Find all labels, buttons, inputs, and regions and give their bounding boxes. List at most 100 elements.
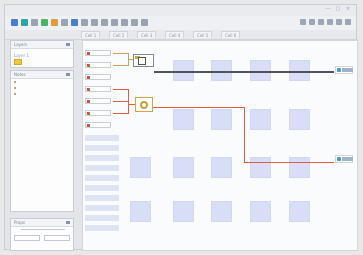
minimize-icon[interactable]: — (325, 7, 331, 12)
zoom-out-icon[interactable] (111, 19, 118, 26)
connector-line (244, 162, 334, 163)
palette-slot[interactable] (85, 175, 119, 181)
palette-slot[interactable] (85, 135, 119, 141)
undo-icon[interactable] (81, 19, 88, 26)
grid-node[interactable] (211, 201, 232, 222)
window-controls: — □ × (325, 7, 351, 12)
row-icon (87, 64, 90, 67)
stop-icon[interactable] (61, 19, 68, 26)
connector-line (153, 107, 245, 108)
pin-icon[interactable] (66, 221, 70, 224)
grid-node[interactable] (289, 109, 310, 130)
run-icon[interactable] (51, 19, 58, 26)
tab-1[interactable]: Cell 1 (81, 31, 101, 38)
connector-line (113, 113, 129, 114)
palette-slot[interactable] (85, 165, 119, 171)
diagram-canvas[interactable] (82, 40, 358, 251)
output-node-label (342, 157, 353, 161)
tab-3[interactable]: Cell 3 (137, 31, 157, 38)
pin-icon[interactable] (66, 43, 70, 46)
tab-5[interactable]: Cell 5 (193, 31, 213, 38)
close-icon[interactable]: × (345, 7, 351, 12)
properties-panel-title: Props (14, 220, 25, 225)
palette-slot[interactable] (85, 215, 119, 221)
palette-slot[interactable] (85, 205, 119, 211)
palette-slot[interactable] (85, 155, 119, 161)
row-label[interactable] (85, 50, 111, 56)
main-toolbar (5, 16, 356, 31)
right-toolbar (300, 19, 351, 25)
grid-node[interactable] (250, 157, 271, 178)
tab-6[interactable]: Cell 6 (221, 31, 241, 38)
grid-node[interactable] (250, 109, 271, 130)
grid-node[interactable] (173, 109, 194, 130)
row-icon (87, 52, 90, 55)
palette-slot[interactable] (85, 185, 119, 191)
output-node[interactable] (335, 155, 353, 163)
grid-node[interactable] (173, 157, 194, 178)
layer-item[interactable]: Layer 1 (14, 53, 29, 58)
row-label[interactable] (85, 110, 111, 116)
palette-slot[interactable] (85, 225, 119, 231)
search-icon[interactable] (300, 19, 306, 25)
connector-line (128, 89, 129, 113)
filter-icon[interactable] (327, 19, 333, 25)
row-label[interactable] (85, 62, 111, 68)
layers-panel-title: Layers (14, 42, 28, 47)
palette-slot[interactable] (85, 145, 119, 151)
row-label[interactable] (85, 98, 111, 104)
grid-node[interactable] (289, 157, 310, 178)
properties-panel: Props (10, 218, 74, 251)
layout-icon[interactable] (336, 19, 342, 25)
row-icon (87, 112, 90, 115)
prop-input-a[interactable] (14, 235, 40, 241)
redo-icon[interactable] (91, 19, 98, 26)
save-icon[interactable] (31, 19, 38, 26)
gear-node[interactable] (135, 97, 153, 112)
grid-node[interactable] (130, 201, 151, 222)
grid-node[interactable] (130, 157, 151, 178)
process-node[interactable] (133, 54, 154, 67)
grid-node[interactable] (173, 201, 194, 222)
chevron-right-icon[interactable] (318, 19, 324, 25)
palette-slot[interactable] (85, 195, 119, 201)
connector-line (113, 89, 129, 90)
maximize-icon[interactable]: □ (335, 7, 341, 12)
divider (21, 229, 65, 230)
connector-line (113, 53, 129, 54)
gear-icon (140, 101, 148, 109)
notes-panel: Notes (10, 70, 74, 212)
output-node-icon (337, 157, 341, 161)
connector-line (113, 101, 129, 102)
fit-icon[interactable] (121, 19, 128, 26)
grid-node[interactable] (289, 201, 310, 222)
bullet-icon (14, 87, 16, 89)
new-file-icon[interactable] (11, 19, 18, 26)
tab-2[interactable]: Cell 2 (109, 31, 129, 38)
row-icon (87, 124, 90, 127)
row-label[interactable] (85, 122, 111, 128)
tab-4[interactable]: Cell 4 (165, 31, 185, 38)
bullet-icon (14, 93, 16, 95)
grid-icon[interactable] (131, 19, 138, 26)
document-tabs: Cell 1 Cell 2 Cell 3 Cell 4 Cell 5 Cell … (5, 30, 356, 40)
open-file-icon[interactable] (21, 19, 28, 26)
notes-panel-title: Notes (14, 72, 26, 77)
zoom-in-icon[interactable] (101, 19, 108, 26)
chevron-left-icon[interactable] (309, 19, 315, 25)
settings-icon[interactable] (71, 19, 78, 26)
row-label[interactable] (85, 86, 111, 92)
layer-swatch[interactable] (14, 59, 22, 65)
row-label[interactable] (85, 74, 111, 80)
notes-panel-header: Notes (11, 71, 73, 79)
more-icon[interactable] (345, 19, 351, 25)
grid-node[interactable] (250, 201, 271, 222)
grid-node[interactable] (211, 157, 232, 178)
prop-input-b[interactable] (44, 235, 70, 241)
snap-icon[interactable] (141, 19, 148, 26)
grid-node[interactable] (211, 109, 232, 130)
connector-line (244, 107, 245, 162)
export-icon[interactable] (41, 19, 48, 26)
pin-icon[interactable] (66, 73, 70, 76)
output-node[interactable] (335, 66, 353, 74)
